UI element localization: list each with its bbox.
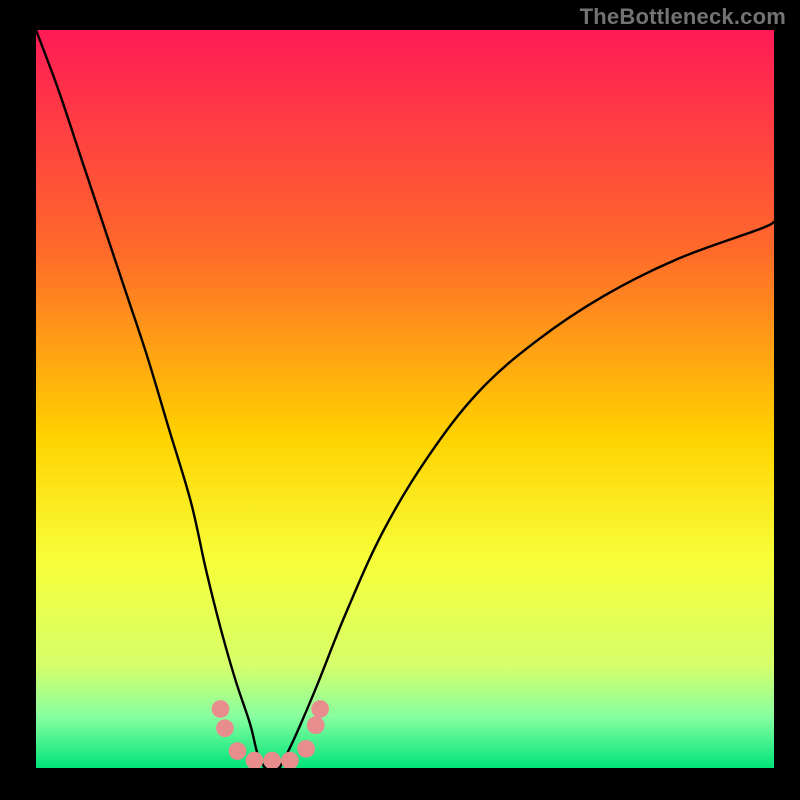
dot xyxy=(212,700,230,718)
dot xyxy=(216,719,234,737)
watermark-text: TheBottleneck.com xyxy=(580,4,786,30)
dot xyxy=(307,716,325,734)
plot-area xyxy=(36,30,774,768)
dot xyxy=(229,742,247,760)
chart-frame: TheBottleneck.com xyxy=(0,0,800,800)
gradient-background xyxy=(36,30,774,768)
dot xyxy=(297,740,315,758)
bottleneck-curve-chart xyxy=(36,30,774,768)
dot xyxy=(311,700,329,718)
